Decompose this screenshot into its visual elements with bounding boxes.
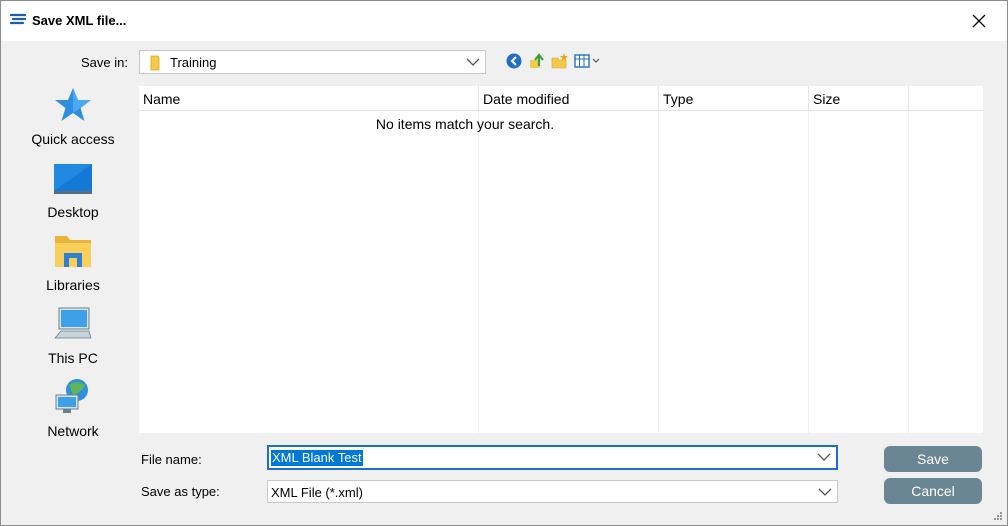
place-libraries[interactable]: Libraries (17, 227, 129, 297)
network-icon (55, 379, 88, 413)
place-quick-access[interactable]: Quick access (17, 81, 129, 151)
close-icon (972, 14, 986, 28)
place-label: Libraries (46, 277, 100, 293)
column-header-size[interactable]: Size (809, 86, 909, 111)
window-title: Save XML file... (32, 13, 127, 28)
file-name-input[interactable]: XML Blank Test (267, 445, 838, 470)
view-menu-icon[interactable] (574, 52, 602, 70)
place-label: This PC (48, 350, 98, 366)
file-list[interactable]: Name Date modified Type Size No items ma… (139, 86, 983, 433)
app-icon (9, 13, 27, 25)
back-icon[interactable] (505, 52, 523, 70)
place-this-pc[interactable]: This PC (17, 300, 129, 370)
file-name-label: File name: (141, 452, 202, 467)
star-icon (55, 88, 91, 121)
column-divider (808, 111, 809, 433)
new-folder-icon[interactable] (551, 52, 569, 70)
libraries-icon (55, 236, 91, 267)
computer-icon (54, 307, 92, 339)
column-header-type[interactable]: Type (659, 86, 809, 111)
place-label: Desktop (47, 204, 99, 220)
resize-grip-icon[interactable] (993, 511, 1003, 521)
place-network[interactable]: Network (17, 373, 129, 443)
empty-message: No items match your search. (375, 116, 555, 132)
up-folder-icon[interactable] (528, 52, 546, 70)
save-button[interactable]: Save (884, 446, 982, 472)
desktop-icon (54, 164, 92, 194)
chevron-down-icon[interactable] (816, 450, 832, 464)
folder-icon (150, 55, 160, 71)
place-label: Network (47, 423, 99, 439)
save-dialog: Save XML file... Save in: Training Quick… (0, 0, 1008, 526)
column-divider (658, 111, 659, 433)
column-header-name[interactable]: Name (139, 86, 479, 111)
place-label: Quick access (31, 131, 115, 147)
chevron-down-icon (818, 488, 832, 496)
close-button[interactable] (951, 1, 1007, 41)
title-bar: Save XML file... (1, 1, 1007, 41)
column-divider (478, 111, 479, 433)
cancel-button[interactable]: Cancel (884, 478, 982, 504)
column-header-filler (909, 86, 983, 111)
save-as-type-value: XML File (*.xml) (271, 485, 363, 500)
save-as-type-dropdown[interactable]: XML File (*.xml) (267, 480, 838, 503)
column-divider (908, 111, 909, 433)
save-in-dropdown[interactable]: Training (139, 50, 486, 74)
save-as-type-label: Save as type: (141, 484, 220, 499)
chevron-down-icon (466, 58, 480, 66)
save-in-label: Save in: (81, 55, 128, 70)
file-name-value: XML Blank Test (271, 450, 363, 466)
place-desktop[interactable]: Desktop (17, 154, 129, 224)
column-header-date-modified[interactable]: Date modified (479, 86, 659, 111)
save-in-value: Training (170, 55, 217, 70)
